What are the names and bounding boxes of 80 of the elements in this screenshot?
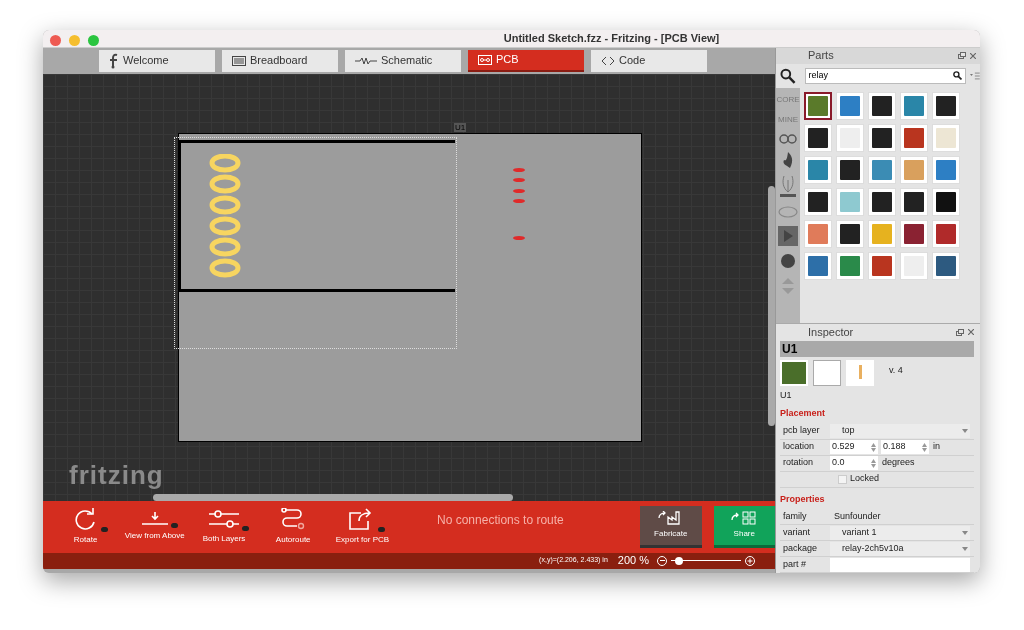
view-from-above-icon <box>141 511 168 526</box>
toolbar-button[interactable]: Autoroute <box>258 504 328 549</box>
close-icon[interactable] <box>970 52 976 59</box>
play-icon[interactable] <box>778 225 798 246</box>
panel-title: Inspector <box>808 324 854 340</box>
dropdown[interactable]: relay-2ch5v10a <box>830 541 970 556</box>
caret-icon <box>962 530 968 535</box>
fabricate-button[interactable]: Fabricate <box>640 505 702 548</box>
spinner-arrows-icon <box>871 442 876 452</box>
section-heading: Placement <box>780 407 827 420</box>
code-brackets-icon <box>601 55 615 66</box>
breadboard-image <box>780 359 808 386</box>
property-label: rotation <box>782 456 815 470</box>
pcb-icon <box>478 54 492 65</box>
rotate-icon <box>73 507 98 530</box>
zoom-percentage: 200 % <box>617 553 649 569</box>
caret-icon <box>962 546 968 551</box>
search-icon[interactable] <box>780 67 796 84</box>
dropdown[interactable]: top <box>830 424 970 438</box>
property-label: part # <box>782 557 807 571</box>
view-tab[interactable]: PCB <box>468 49 584 72</box>
share-grid-icon <box>731 510 758 525</box>
fritzing-f-icon <box>109 52 119 69</box>
part-caption: U1 <box>780 388 793 402</box>
leaf-logo-icon[interactable] <box>779 175 797 198</box>
part-title: U1 <box>780 340 974 357</box>
number-field[interactable]: 0.529 <box>830 440 878 454</box>
fritzing-logo: fritzing <box>69 458 164 492</box>
vertical-scrollbar[interactable] <box>768 185 775 426</box>
slider-thumb[interactable] <box>675 556 684 565</box>
breadboard-icon <box>232 55 246 66</box>
undock-icon[interactable] <box>958 52 966 59</box>
toolbar-button[interactable]: View from Above <box>120 504 190 549</box>
part-label: U1 <box>454 122 467 132</box>
part-thumbnail[interactable] <box>804 91 832 120</box>
view-tab[interactable]: Breadboard <box>222 49 338 72</box>
number-field[interactable]: 0.0 <box>830 456 878 470</box>
unit-label: degrees <box>882 456 915 470</box>
caret-icon <box>962 429 968 433</box>
dropdown[interactable]: variant 1 <box>830 525 970 540</box>
panel-title: Parts <box>808 48 834 64</box>
view-tab[interactable]: Code <box>591 49 707 72</box>
layers-icon <box>209 508 239 529</box>
property-label: location <box>782 440 816 454</box>
zoom-slider[interactable] <box>671 555 741 566</box>
spinner-arrows-icon <box>922 442 927 452</box>
input-field[interactable] <box>830 557 970 572</box>
property-label: variant <box>782 525 811 539</box>
property-label: family <box>782 509 808 523</box>
view-tab[interactable]: Welcome <box>99 49 215 72</box>
schematic-image <box>813 359 841 386</box>
search-icon <box>953 71 963 80</box>
circle-logo-icon[interactable] <box>781 253 795 268</box>
checkbox[interactable] <box>838 474 847 484</box>
toolbar-button[interactable]: Both Layers <box>189 504 259 549</box>
number-field[interactable]: 0.188 <box>881 440 929 454</box>
toolbar-button[interactable]: Rotate <box>51 504 121 549</box>
search-field[interactable]: relay <box>804 67 967 84</box>
routing-status-message: No connections to route <box>437 511 565 529</box>
property-label: pcb layer <box>782 424 821 438</box>
toolbar-button[interactable]: Export for PCB <box>327 504 397 549</box>
horizontal-scrollbar[interactable] <box>153 493 513 501</box>
version-label: v. 4 <box>889 363 903 377</box>
unit-label: in <box>933 440 940 454</box>
window-title: Untitled Sketch.fzz - Fritzing - [PCB View] <box>503 31 720 46</box>
pcb-image <box>846 359 874 386</box>
flame-logo-icon[interactable] <box>782 151 794 168</box>
close-icon[interactable] <box>968 329 974 335</box>
checkbox-label[interactable]: Locked <box>850 472 880 486</box>
close-window-button[interactable] <box>50 35 61 46</box>
resistor-symbol-icon <box>355 56 377 65</box>
property-label: package <box>782 541 819 555</box>
section-heading: Properties <box>780 492 826 506</box>
spinner-arrows-icon <box>871 458 876 468</box>
infinity-logo-icon[interactable] <box>779 133 797 144</box>
undock-icon[interactable] <box>956 328 964 336</box>
autoroute-icon <box>281 507 306 530</box>
zoom-in-icon[interactable] <box>745 555 755 566</box>
property-value: Sunfounder <box>833 509 881 523</box>
view-tab[interactable]: Schematic <box>345 49 461 72</box>
